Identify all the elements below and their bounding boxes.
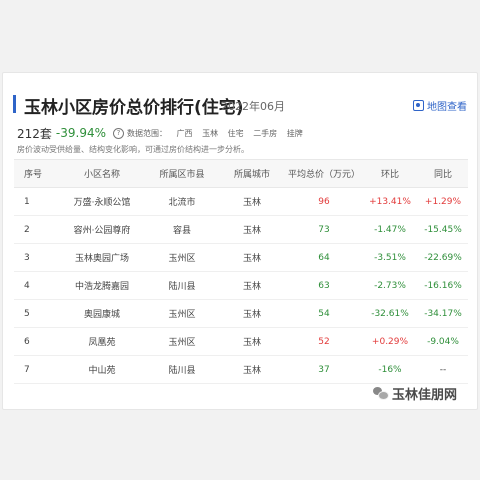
table-row[interactable]: 6 凤凰苑 玉州区 玉林 52 +0.29% -9.04%	[14, 327, 468, 356]
table-row[interactable]: 7 中山苑 陆川县 玉林 37 -16% --	[14, 355, 468, 384]
rank-cell: 3	[14, 243, 58, 272]
rank-cell: 5	[14, 299, 58, 328]
district-cell: 玉州区	[146, 299, 218, 328]
header-city: 所属城市	[218, 159, 286, 188]
price-cell: 37	[286, 355, 362, 384]
yoy-change-cell: +1.29%	[418, 187, 468, 216]
overall-change: -39.94%	[55, 126, 106, 140]
ranking-card: 玉林小区房价总价排行(住宅) 2022年06月 地图查看 212套 -39.94…	[2, 72, 478, 410]
district-cell: 玉州区	[146, 327, 218, 356]
mom-change-cell: +0.29%	[362, 327, 418, 356]
header-district: 所属区市县	[146, 159, 218, 188]
community-name-cell[interactable]: 玉林奥园广场	[58, 243, 146, 272]
yoy-change-cell: -22.69%	[418, 243, 468, 272]
yoy-change-cell: -16.16%	[418, 271, 468, 300]
community-name-cell[interactable]: 中山苑	[58, 355, 146, 384]
card-header: 玉林小区房价总价排行(住宅) 2022年06月 地图查看	[13, 91, 467, 118]
city-cell: 玉林	[218, 215, 286, 244]
price-cell: 52	[286, 327, 362, 356]
map-icon	[413, 99, 424, 111]
community-name-cell[interactable]: 奥园康城	[58, 299, 146, 328]
rank-cell: 4	[14, 271, 58, 300]
header-rank: 序号	[14, 159, 58, 188]
yoy-change-cell: -15.45%	[418, 215, 468, 244]
city-cell: 玉林	[218, 243, 286, 272]
page-title: 玉林小区房价总价排行(住宅)	[24, 98, 244, 118]
title-accent-bar	[13, 95, 16, 113]
mom-change-cell: -32.61%	[362, 299, 418, 328]
city-cell: 玉林	[218, 271, 286, 300]
city-cell: 玉林	[218, 187, 286, 216]
header-name: 小区名称	[58, 159, 146, 188]
rank-cell: 2	[14, 215, 58, 244]
info-icon[interactable]: ?	[113, 127, 124, 139]
mom-change-cell: +13.41%	[362, 187, 418, 216]
scope-item: 住宅	[227, 128, 244, 138]
header-price[interactable]: 平均总价（万元）	[286, 159, 362, 188]
community-name-cell[interactable]: 容州·公园尊府	[58, 215, 146, 244]
report-date: 2022年06月	[221, 100, 285, 113]
community-name-cell[interactable]: 凤凰苑	[58, 327, 146, 356]
watermark: 玉林佳朋网	[373, 384, 458, 403]
district-cell: 陆川县	[146, 271, 218, 300]
mom-change-cell: -2.73%	[362, 271, 418, 300]
yoy-change-cell: --	[418, 355, 468, 384]
yoy-change-cell: -9.04%	[418, 327, 468, 356]
header-mom[interactable]: 环比	[362, 159, 418, 188]
scope-item: 挂牌	[286, 128, 303, 138]
district-cell: 北流市	[146, 187, 218, 216]
map-view-label: 地图查看	[427, 101, 467, 113]
price-cell: 96	[286, 187, 362, 216]
rank-cell: 1	[14, 187, 58, 216]
scope-label: 数据范围：	[127, 128, 167, 138]
yoy-change-cell: -34.17%	[418, 299, 468, 328]
mom-change-cell: -1.47%	[362, 215, 418, 244]
mom-change-cell: -3.51%	[362, 243, 418, 272]
rank-cell: 7	[14, 355, 58, 384]
scope-item: 玉林	[202, 128, 219, 138]
wechat-icon	[373, 387, 389, 400]
scope-item: 广西	[176, 128, 193, 138]
ranking-table: 序号 小区名称 所属区市县 所属城市 平均总价（万元） 环比 同比 1 万盛·永顺…	[14, 159, 468, 384]
listing-count: 212套	[17, 126, 52, 141]
map-view-link[interactable]: 地图查看	[413, 98, 467, 113]
price-cell: 64	[286, 243, 362, 272]
watermark-text: 玉林佳朋网	[392, 387, 458, 403]
scope-item: 二手房	[253, 128, 278, 138]
summary-row: 212套 -39.94% ? 数据范围： 广西 玉林 住宅 二手房 挂牌	[17, 125, 310, 141]
city-cell: 玉林	[218, 355, 286, 384]
community-name-cell[interactable]: 中浩龙腾嘉园	[58, 271, 146, 300]
price-cell: 73	[286, 215, 362, 244]
city-cell: 玉林	[218, 327, 286, 356]
community-name-cell[interactable]: 万盛·永顺公馆	[58, 187, 146, 216]
price-cell: 54	[286, 299, 362, 328]
analysis-note: 房价波动受供给量、结构变化影响，可通过房价结构进一步分析。	[17, 145, 249, 154]
header-yoy[interactable]: 同比	[418, 159, 468, 188]
city-cell: 玉林	[218, 299, 286, 328]
district-cell: 陆川县	[146, 355, 218, 384]
data-scope: 数据范围： 广西 玉林 住宅 二手房 挂牌	[127, 128, 310, 139]
table-row[interactable]: 1 万盛·永顺公馆 北流市 玉林 96 +13.41% +1.29%	[14, 187, 468, 216]
table-row[interactable]: 3 玉林奥园广场 玉州区 玉林 64 -3.51% -22.69%	[14, 243, 468, 272]
table-row[interactable]: 2 容州·公园尊府 容县 玉林 73 -1.47% -15.45%	[14, 215, 468, 244]
district-cell: 容县	[146, 215, 218, 244]
table-header-row: 序号 小区名称 所属区市县 所属城市 平均总价（万元） 环比 同比	[14, 159, 468, 188]
table-row[interactable]: 5 奥园康城 玉州区 玉林 54 -32.61% -34.17%	[14, 299, 468, 328]
table-row[interactable]: 4 中浩龙腾嘉园 陆川县 玉林 63 -2.73% -16.16%	[14, 271, 468, 300]
price-cell: 63	[286, 271, 362, 300]
mom-change-cell: -16%	[362, 355, 418, 384]
rank-cell: 6	[14, 327, 58, 356]
district-cell: 玉州区	[146, 243, 218, 272]
